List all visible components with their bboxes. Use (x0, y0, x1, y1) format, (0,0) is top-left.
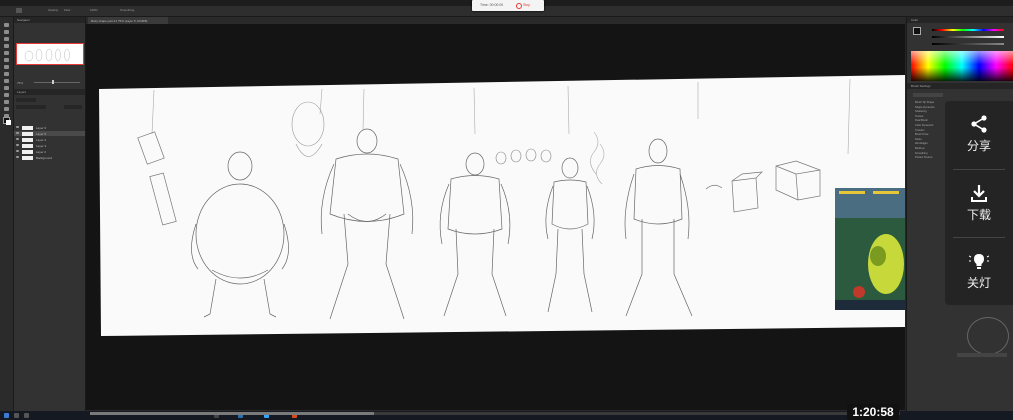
reference-game-image (835, 188, 905, 310)
color-panel-header[interactable]: Color (907, 17, 1013, 23)
layer-thumbnail (22, 131, 33, 136)
layer-thumbnail (22, 143, 33, 148)
layer-name: Layer 2 (36, 150, 47, 154)
download-label: 下载 (966, 208, 991, 222)
crop-tool-icon[interactable] (4, 51, 9, 55)
brush-option[interactable]: Protect Texture (915, 156, 945, 161)
visibility-eye-icon[interactable] (16, 132, 19, 134)
text-tool-icon[interactable] (4, 100, 9, 104)
layer-thumbnail (22, 137, 33, 142)
visibility-eye-icon[interactable] (16, 150, 19, 152)
brush-angle-dial[interactable] (967, 317, 1009, 355)
download-icon (971, 185, 987, 202)
stop-record-button[interactable]: Stop (523, 3, 530, 7)
recording-timer: Time: 00:00:00 (480, 3, 504, 7)
layer-name: Layer 5 (36, 132, 47, 136)
eyedropper-tool-icon[interactable] (4, 58, 9, 62)
layer-name: Layer 4 (36, 138, 47, 142)
document-tab[interactable]: Body shape part 41 75% (Layer 5, RGB/8) (88, 17, 168, 24)
document-tab-label: Body shape part 41 75% (Layer 5, RGB/8) (91, 19, 148, 23)
color-spectrum[interactable] (911, 51, 1013, 81)
start-icon[interactable] (4, 413, 9, 418)
navigator-thumbnail[interactable] (16, 43, 84, 65)
layer-name: Layer 3 (36, 144, 47, 148)
blend-mode-select[interactable] (16, 105, 46, 109)
layers-title: Layers (17, 90, 27, 94)
navigator-header[interactable]: Navigator (14, 17, 85, 23)
share-icon (971, 115, 987, 133)
saturation-slider[interactable] (932, 36, 1004, 38)
task-view-icon[interactable] (24, 413, 29, 418)
zoom-slider-handle[interactable] (52, 80, 54, 84)
move-tool-icon[interactable] (4, 23, 9, 27)
layers-header[interactable]: Layers (14, 89, 85, 95)
stamp-tool-icon[interactable] (4, 79, 9, 83)
layer-row[interactable]: Layer 4 (14, 137, 85, 142)
hue-slider[interactable] (932, 29, 1004, 31)
option-value[interactable]: 100% (90, 8, 98, 12)
zoom-value[interactable]: 75% (17, 81, 23, 85)
option-flow[interactable]: Flow (64, 8, 70, 12)
visibility-eye-icon[interactable] (16, 144, 19, 146)
marquee-tool-icon[interactable] (4, 30, 9, 34)
magic-wand-tool-icon[interactable] (4, 44, 9, 48)
layer-filter-select[interactable] (16, 98, 36, 102)
layer-row-selected[interactable]: Layer 5 (14, 131, 85, 136)
navigator-preview-svg (24, 48, 70, 62)
visibility-eye-icon[interactable] (16, 156, 19, 158)
tools-panel (0, 17, 14, 417)
color-panel-title: Color (911, 18, 919, 22)
left-panel: Navigator 75% Layers Layer 6 Layer 5 Lay… (14, 17, 86, 417)
recording-toast: Time: 00:00:00 Stop (472, 0, 544, 11)
download-button[interactable]: 下载 (945, 170, 1013, 238)
layer-opacity-field[interactable] (64, 105, 82, 109)
stop-record-icon[interactable] (516, 3, 522, 9)
document-tab-bar (86, 17, 905, 24)
visibility-eye-icon[interactable] (16, 138, 19, 140)
brightness-slider[interactable] (932, 43, 1004, 45)
canvas-area[interactable] (86, 24, 905, 410)
brush-settings-header[interactable]: Brush Settings (907, 83, 1013, 89)
layer-thumbnail (22, 125, 33, 130)
video-progress-fill (90, 412, 374, 415)
eraser-tool-icon[interactable] (4, 86, 9, 90)
option-opacity[interactable]: Opacity (48, 8, 58, 12)
brushes-button[interactable] (913, 93, 943, 97)
navigator-title: Navigator (17, 18, 30, 22)
hand-tool-icon[interactable] (4, 107, 9, 111)
layer-row[interactable]: Layer 2 (14, 149, 85, 154)
brush-spacing-slider[interactable] (957, 353, 1007, 357)
share-panel: 分享 下载 关灯 (945, 101, 1013, 305)
layer-name: Background (36, 156, 53, 160)
sketch-canvas[interactable] (86, 24, 905, 410)
option-smoothing[interactable]: Smoothing (120, 8, 134, 12)
layer-name: Layer 6 (36, 126, 47, 130)
lightbulb-icon (969, 254, 989, 269)
gradient-tool-icon[interactable] (4, 93, 9, 97)
zoom-slider[interactable] (34, 82, 80, 83)
lights-off-label: 关灯 (966, 276, 991, 290)
brush-preset-icon[interactable] (16, 8, 22, 13)
brush-tool-icon[interactable] (4, 72, 9, 76)
layer-thumbnail (22, 149, 33, 154)
healing-tool-icon[interactable] (4, 65, 9, 69)
foreground-color-swatch[interactable] (913, 27, 921, 35)
sketch-paper (99, 75, 905, 336)
video-timestamp: 1:20:58 (847, 404, 899, 420)
lasso-tool-icon[interactable] (4, 37, 9, 41)
lights-off-button[interactable]: 关灯 (945, 238, 1013, 306)
visibility-eye-icon[interactable] (16, 126, 19, 128)
brush-options-list: Brush Tip Shape Shape Dynamics Scatterin… (915, 101, 945, 161)
share-label: 分享 (966, 139, 991, 153)
layer-row[interactable]: Layer 6 (14, 125, 85, 130)
brush-settings-title: Brush Settings (911, 84, 931, 88)
layer-row[interactable]: Background (14, 155, 85, 160)
layer-row[interactable]: Layer 3 (14, 143, 85, 148)
share-button[interactable]: 分享 (945, 101, 1013, 169)
search-icon[interactable] (14, 413, 19, 418)
layer-thumbnail (22, 155, 33, 160)
background-color-swatch[interactable] (6, 120, 11, 125)
